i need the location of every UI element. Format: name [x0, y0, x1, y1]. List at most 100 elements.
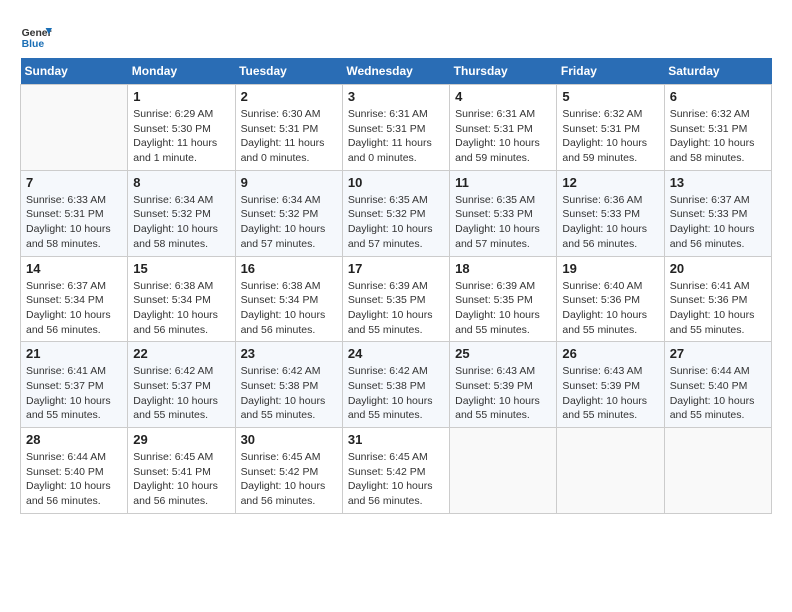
calendar-cell: 1 Sunrise: 6:29 AMSunset: 5:30 PMDaylight…: [128, 85, 235, 171]
day-detail: Sunrise: 6:35 AMSunset: 5:33 PMDaylight:…: [455, 193, 551, 252]
day-number: 27: [670, 346, 766, 361]
day-detail: Sunrise: 6:42 AMSunset: 5:37 PMDaylight:…: [133, 364, 229, 423]
logo-icon: General Blue: [20, 20, 52, 52]
day-number: 22: [133, 346, 229, 361]
calendar-cell: 8Sunrise: 6:34 AMSunset: 5:32 PMDaylight…: [128, 170, 235, 256]
weekday-tuesday: Tuesday: [235, 58, 342, 85]
day-detail: Sunrise: 6:34 AMSunset: 5:32 PMDaylight:…: [133, 193, 229, 252]
weekday-friday: Friday: [557, 58, 664, 85]
calendar-cell: 13Sunrise: 6:37 AMSunset: 5:33 PMDayligh…: [664, 170, 771, 256]
calendar-cell: 3Sunrise: 6:31 AMSunset: 5:31 PMDaylight…: [342, 85, 449, 171]
day-detail: Sunrise: 6:43 AMSunset: 5:39 PMDaylight:…: [562, 364, 658, 423]
calendar-cell: 16 Sunrise: 6:38 AMSunset: 5:34 PMDayligh…: [235, 256, 342, 342]
day-number: 1: [133, 89, 229, 104]
day-detail: Sunrise: 6:45 AMSunset: 5:42 PMDaylight:…: [348, 450, 444, 509]
day-detail: Sunrise: 6:35 AMSunset: 5:32 PMDaylight:…: [348, 193, 444, 252]
day-number: 6: [670, 89, 766, 104]
week-row-2: 7 Sunrise: 6:33 AMSunset: 5:31 PMDaylight…: [21, 170, 772, 256]
day-detail: Sunrise: 6:32 AMSunset: 5:31 PMDaylight:…: [670, 107, 766, 166]
calendar-cell: 19 Sunrise: 6:40 AMSunset: 5:36 PMDayligh…: [557, 256, 664, 342]
weekday-sunday: Sunday: [21, 58, 128, 85]
calendar-cell: 26 Sunrise: 6:43 AMSunset: 5:39 PMDayligh…: [557, 342, 664, 428]
day-detail: Sunrise: 6:45 AMSunset: 5:42 PMDaylight:…: [241, 450, 337, 509]
day-number: 30: [241, 432, 337, 447]
weekday-header-row: SundayMondayTuesdayWednesdayThursdayFrid…: [21, 58, 772, 85]
week-row-5: 28 Sunrise: 6:44 AMSunset: 5:40 PMDayligh…: [21, 428, 772, 514]
day-number: 7: [26, 175, 122, 190]
day-number: 5: [562, 89, 658, 104]
calendar-cell: 9Sunrise: 6:34 AMSunset: 5:32 PMDaylight…: [235, 170, 342, 256]
logo: General Blue: [20, 20, 52, 52]
calendar-cell: 29 Sunrise: 6:45 AMSunset: 5:41 PMDayligh…: [128, 428, 235, 514]
day-detail: Sunrise: 6:42 AMSunset: 5:38 PMDaylight:…: [348, 364, 444, 423]
week-row-1: 1 Sunrise: 6:29 AMSunset: 5:30 PMDaylight…: [21, 85, 772, 171]
day-number: 19: [562, 261, 658, 276]
day-number: 15: [133, 261, 229, 276]
day-detail: Sunrise: 6:42 AMSunset: 5:38 PMDaylight:…: [241, 364, 337, 423]
day-detail: Sunrise: 6:29 AMSunset: 5:30 PMDaylight:…: [133, 107, 229, 166]
day-detail: Sunrise: 6:44 AMSunset: 5:40 PMDaylight:…: [670, 364, 766, 423]
day-detail: Sunrise: 6:39 AMSunset: 5:35 PMDaylight:…: [348, 279, 444, 338]
calendar-cell: 17 Sunrise: 6:39 AMSunset: 5:35 PMDayligh…: [342, 256, 449, 342]
calendar-cell: 2 Sunrise: 6:30 AMSunset: 5:31 PMDaylight…: [235, 85, 342, 171]
day-number: 11: [455, 175, 551, 190]
day-detail: Sunrise: 6:39 AMSunset: 5:35 PMDaylight:…: [455, 279, 551, 338]
day-number: 29: [133, 432, 229, 447]
day-detail: Sunrise: 6:32 AMSunset: 5:31 PMDaylight:…: [562, 107, 658, 166]
week-row-4: 21Sunrise: 6:41 AMSunset: 5:37 PMDayligh…: [21, 342, 772, 428]
calendar-cell: 18 Sunrise: 6:39 AMSunset: 5:35 PMDayligh…: [450, 256, 557, 342]
day-number: 23: [241, 346, 337, 361]
day-detail: Sunrise: 6:40 AMSunset: 5:36 PMDaylight:…: [562, 279, 658, 338]
day-number: 28: [26, 432, 122, 447]
day-number: 10: [348, 175, 444, 190]
day-number: 17: [348, 261, 444, 276]
calendar-cell: 6 Sunrise: 6:32 AMSunset: 5:31 PMDaylight…: [664, 85, 771, 171]
calendar-cell: 15Sunrise: 6:38 AMSunset: 5:34 PMDayligh…: [128, 256, 235, 342]
day-number: 20: [670, 261, 766, 276]
calendar-cell: [557, 428, 664, 514]
day-number: 18: [455, 261, 551, 276]
calendar-cell: 28 Sunrise: 6:44 AMSunset: 5:40 PMDayligh…: [21, 428, 128, 514]
day-detail: Sunrise: 6:31 AMSunset: 5:31 PMDaylight:…: [455, 107, 551, 166]
svg-text:Blue: Blue: [22, 39, 45, 50]
day-detail: Sunrise: 6:41 AMSunset: 5:36 PMDaylight:…: [670, 279, 766, 338]
day-detail: Sunrise: 6:38 AMSunset: 5:34 PMDaylight:…: [241, 279, 337, 338]
calendar-body: 1 Sunrise: 6:29 AMSunset: 5:30 PMDaylight…: [21, 85, 772, 514]
day-number: 2: [241, 89, 337, 104]
day-number: 16: [241, 261, 337, 276]
calendar-table: SundayMondayTuesdayWednesdayThursdayFrid…: [20, 58, 772, 514]
day-number: 31: [348, 432, 444, 447]
calendar-cell: 27 Sunrise: 6:44 AMSunset: 5:40 PMDayligh…: [664, 342, 771, 428]
day-detail: Sunrise: 6:44 AMSunset: 5:40 PMDaylight:…: [26, 450, 122, 509]
calendar-cell: 10 Sunrise: 6:35 AMSunset: 5:32 PMDayligh…: [342, 170, 449, 256]
day-detail: Sunrise: 6:37 AMSunset: 5:33 PMDaylight:…: [670, 193, 766, 252]
weekday-wednesday: Wednesday: [342, 58, 449, 85]
day-number: 4: [455, 89, 551, 104]
day-number: 12: [562, 175, 658, 190]
calendar-cell: 7 Sunrise: 6:33 AMSunset: 5:31 PMDaylight…: [21, 170, 128, 256]
calendar-cell: [664, 428, 771, 514]
day-number: 14: [26, 261, 122, 276]
calendar-cell: 30 Sunrise: 6:45 AMSunset: 5:42 PMDayligh…: [235, 428, 342, 514]
calendar-cell: 11 Sunrise: 6:35 AMSunset: 5:33 PMDayligh…: [450, 170, 557, 256]
calendar-cell: 4 Sunrise: 6:31 AMSunset: 5:31 PMDaylight…: [450, 85, 557, 171]
weekday-thursday: Thursday: [450, 58, 557, 85]
calendar-cell: 25Sunrise: 6:43 AMSunset: 5:39 PMDayligh…: [450, 342, 557, 428]
day-detail: Sunrise: 6:36 AMSunset: 5:33 PMDaylight:…: [562, 193, 658, 252]
day-detail: Sunrise: 6:33 AMSunset: 5:31 PMDaylight:…: [26, 193, 122, 252]
day-detail: Sunrise: 6:30 AMSunset: 5:31 PMDaylight:…: [241, 107, 337, 166]
day-detail: Sunrise: 6:31 AMSunset: 5:31 PMDaylight:…: [348, 107, 444, 166]
day-number: 9: [241, 175, 337, 190]
day-number: 26: [562, 346, 658, 361]
calendar-cell: 20 Sunrise: 6:41 AMSunset: 5:36 PMDayligh…: [664, 256, 771, 342]
calendar-cell: 5 Sunrise: 6:32 AMSunset: 5:31 PMDaylight…: [557, 85, 664, 171]
week-row-3: 14 Sunrise: 6:37 AMSunset: 5:34 PMDayligh…: [21, 256, 772, 342]
day-number: 24: [348, 346, 444, 361]
day-detail: Sunrise: 6:37 AMSunset: 5:34 PMDaylight:…: [26, 279, 122, 338]
weekday-monday: Monday: [128, 58, 235, 85]
calendar-cell: [21, 85, 128, 171]
day-detail: Sunrise: 6:45 AMSunset: 5:41 PMDaylight:…: [133, 450, 229, 509]
calendar-cell: 24 Sunrise: 6:42 AMSunset: 5:38 PMDayligh…: [342, 342, 449, 428]
page-header: General Blue: [20, 20, 772, 52]
weekday-saturday: Saturday: [664, 58, 771, 85]
